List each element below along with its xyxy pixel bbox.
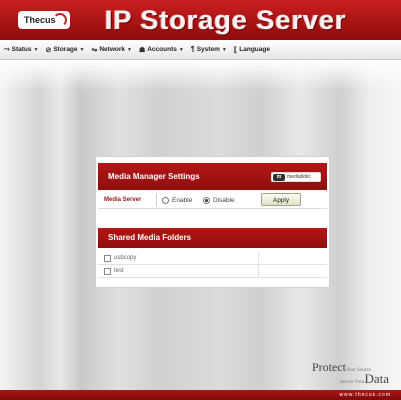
slogan-data: Data [364, 371, 389, 386]
network-icon: ⇋ [91, 46, 98, 54]
menu-system-label: System [196, 46, 220, 53]
apply-button[interactable]: Apply [261, 193, 301, 206]
media-manager-header: Media Manager Settings m mediabolic [98, 163, 327, 190]
folder-name: usbcopy [114, 255, 137, 261]
chevron-down-icon: ▼ [127, 46, 132, 53]
menu-system[interactable]: ¶ System ▼ [191, 46, 227, 53]
menu-accounts-label: Accounts [147, 46, 177, 53]
menu-bar: ⤳ Status ▼ ⊘ Storage ▼ ⇋ Network ▼ ☗ Acc… [0, 40, 401, 60]
enable-radio-label: Enable [172, 196, 193, 204]
shared-folders-title: Shared Media Folders [108, 233, 192, 242]
folder-name: test [114, 268, 124, 274]
logo-swoosh-icon [53, 13, 67, 27]
menu-network[interactable]: ⇋ Network ▼ [91, 46, 131, 54]
storage-icon: ⊘ [45, 46, 52, 54]
mediabolic-logo: m mediabolic [271, 172, 321, 182]
footer-url[interactable]: www.thecus.com [339, 390, 391, 400]
logo-text: Thecus [24, 15, 56, 25]
folder-checkbox[interactable] [104, 267, 111, 275]
menu-accounts[interactable]: ☗ Accounts ▼ [139, 46, 184, 54]
row-divider [258, 252, 259, 265]
media-server-row: Media Server Enable Disable Apply [98, 191, 327, 209]
slogan-line-2: Secure YourData [340, 371, 389, 387]
header-banner: Thecus IP Storage Server [0, 0, 401, 40]
menu-storage-label: Storage [53, 46, 78, 53]
row-divider [156, 193, 157, 207]
chevron-down-icon: ▼ [178, 46, 184, 53]
system-icon: ¶ [190, 46, 195, 53]
folder-row-test: test [98, 265, 327, 278]
footer-bar: www.thecus.com [0, 390, 401, 400]
media-manager-panel: Media Manager Settings m mediabolic Medi… [95, 156, 330, 288]
language-icon: ⟦ [233, 46, 238, 54]
enable-radio-button[interactable] [162, 196, 169, 204]
shared-folders-header: Shared Media Folders [98, 228, 327, 248]
menu-language[interactable]: ⟦ Language [234, 46, 270, 54]
slogan-secure-your: Secure Your [340, 380, 365, 385]
menu-network-label: Network [99, 46, 125, 53]
disable-radio[interactable]: Disable [203, 191, 235, 209]
disable-radio-button[interactable] [203, 196, 210, 204]
menu-status[interactable]: ⤳ Status ▼ [4, 46, 38, 54]
disable-radio-label: Disable [213, 196, 235, 204]
chevron-down-icon: ▼ [33, 46, 39, 53]
menu-status-label: Status [11, 46, 32, 53]
chevron-down-icon: ▼ [221, 46, 227, 53]
thecus-logo: Thecus [18, 11, 70, 29]
mediabolic-logo-icon: m [273, 173, 285, 181]
media-server-label: Media Server [104, 197, 142, 203]
menu-language-label: Language [239, 46, 270, 53]
status-icon: ⤳ [4, 45, 10, 53]
media-manager-title: Media Manager Settings [108, 172, 200, 181]
mediabolic-logo-text: mediabolic [287, 173, 311, 180]
chevron-down-icon: ▼ [79, 46, 85, 53]
folder-checkbox[interactable] [104, 254, 111, 262]
accounts-icon: ☗ [138, 46, 146, 54]
enable-radio[interactable]: Enable [162, 191, 192, 209]
menu-storage[interactable]: ⊘ Storage ▼ [45, 46, 84, 54]
folder-row-usbcopy: usbcopy [98, 252, 327, 265]
page-title: IP Storage Server [105, 5, 347, 35]
row-divider [258, 265, 259, 278]
